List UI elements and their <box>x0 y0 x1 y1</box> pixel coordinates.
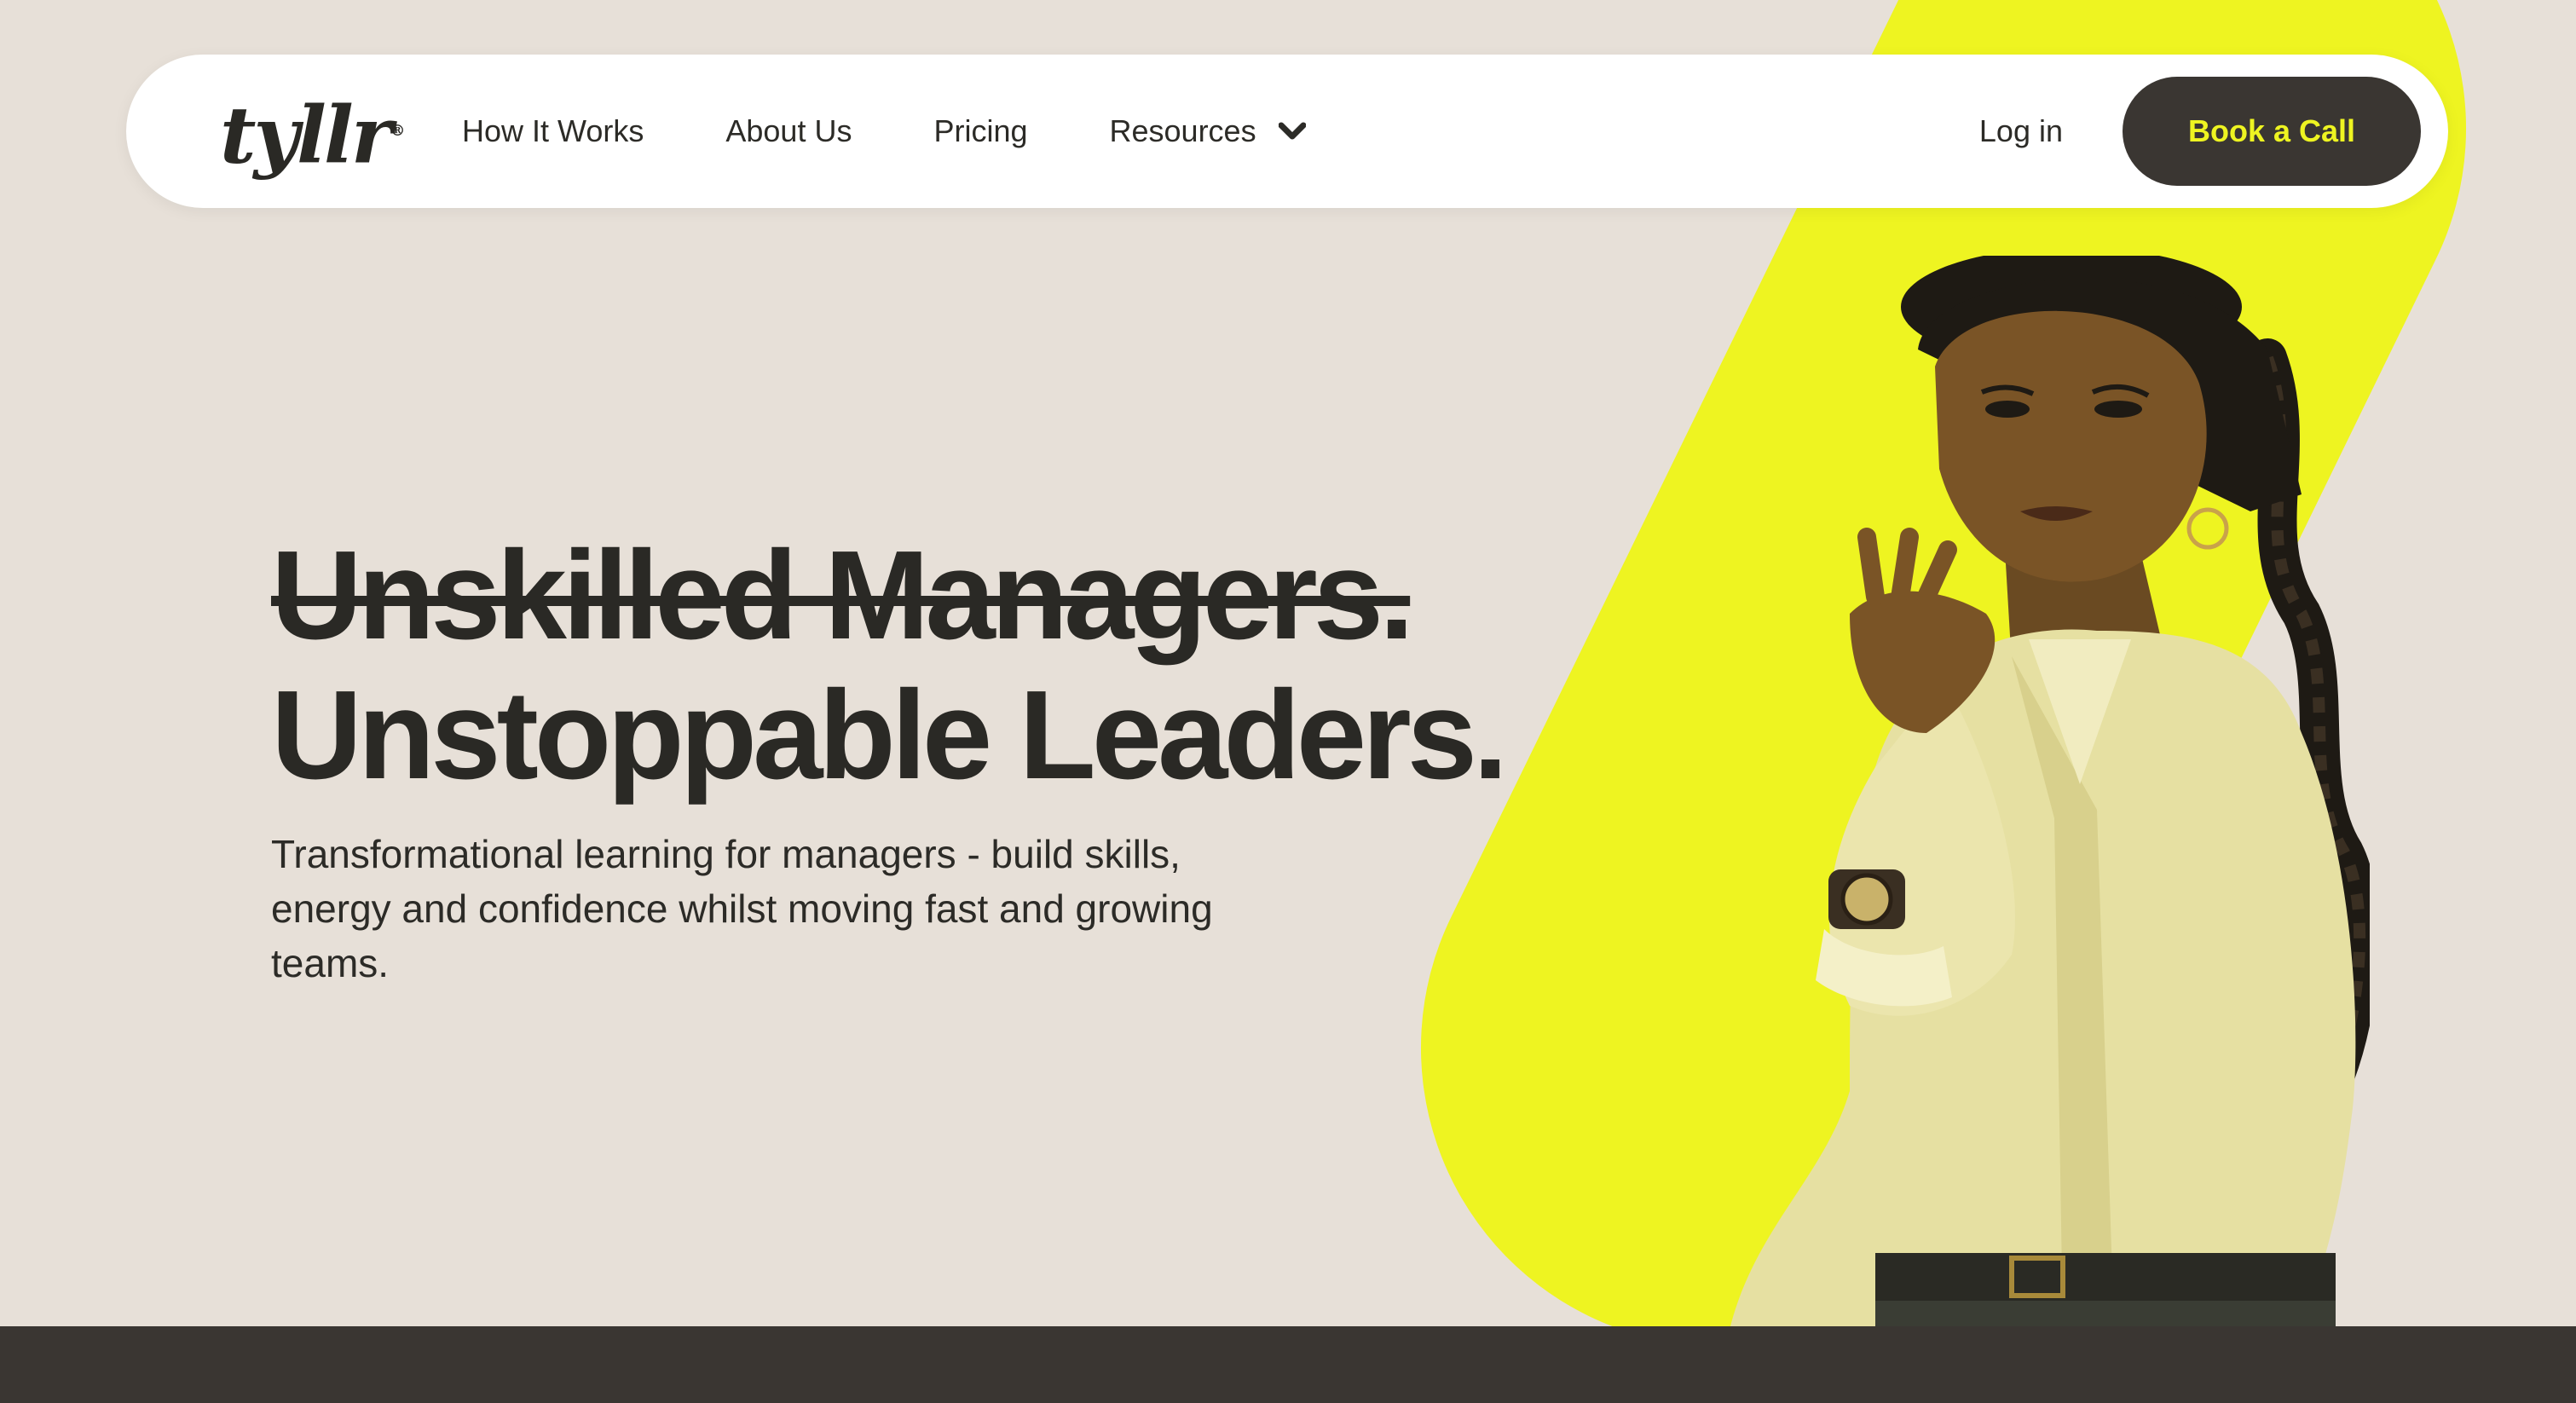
dark-section-edge <box>0 1326 2576 1403</box>
struck-headline: Unskilled Managers. <box>271 525 1414 666</box>
chevron-down-icon <box>1278 122 1306 140</box>
nav-link-resources-label: Resources <box>1109 113 1256 148</box>
book-a-call-button[interactable]: Book a Call <box>2123 77 2421 186</box>
logo-text: tyllr <box>220 89 392 182</box>
nav-link-about-us[interactable]: About Us <box>725 113 852 149</box>
hero-headline: Unstoppable Leaders. <box>271 665 1508 805</box>
login-link[interactable]: Log in <box>1979 55 2063 208</box>
top-navigation: tyllr® How It Works About Us Pricing Res… <box>126 55 2448 208</box>
landing-page: tyllr® How It Works About Us Pricing Res… <box>0 0 2576 1403</box>
nav-link-resources[interactable]: Resources <box>1110 113 1306 149</box>
logo-registered-mark: ® <box>390 122 405 140</box>
hero-person-image <box>1730 256 2370 1326</box>
nav-link-pricing[interactable]: Pricing <box>933 113 1027 149</box>
tyllr-logo[interactable]: tyllr® <box>220 89 405 178</box>
nav-link-how-it-works[interactable]: How It Works <box>462 113 644 149</box>
nav-links: How It Works About Us Pricing Resources <box>462 55 1388 208</box>
hero-subtext: Transformational learning for managers -… <box>271 832 1213 985</box>
